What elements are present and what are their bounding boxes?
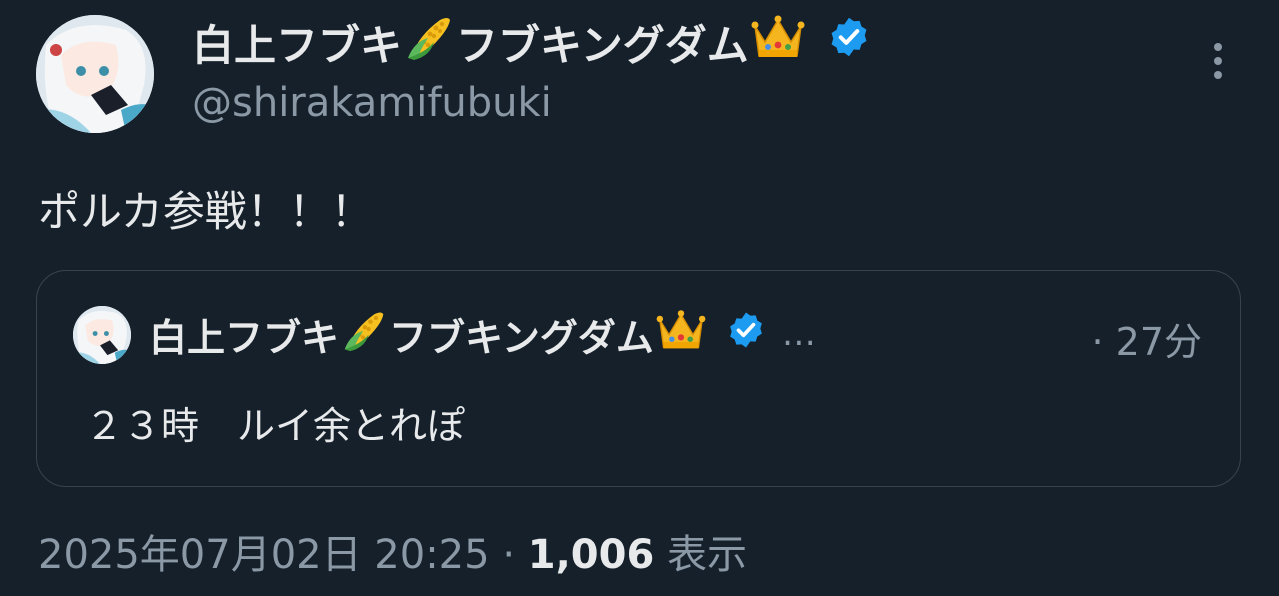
tweet-text: ポルカ参戦！！！	[38, 187, 373, 236]
verified-badge-icon	[827, 15, 871, 69]
author-display-name[interactable]: 白上フブキ フブキングダム	[192, 12, 871, 72]
quoted-author-display-name: 白上フブキ フブキングダム …	[149, 301, 816, 367]
views-label: 表示	[667, 532, 747, 578]
quoted-tweet-card[interactable]: 白上フブキ フブキングダム … · 27分 ２３時 ルイ余とれぽ	[36, 270, 1241, 487]
views-count: 1,006	[527, 532, 655, 578]
corn-icon	[404, 12, 454, 72]
quoted-author-avatar	[73, 306, 131, 364]
meta-separator: ·	[502, 532, 516, 578]
corn-icon	[341, 307, 387, 362]
quoted-name-text-part1: 白上フブキ	[149, 315, 340, 360]
avatar-illustration-icon	[73, 306, 131, 364]
display-name-text-part2: フブキングダム	[456, 20, 749, 70]
name-truncation-ellipsis: …	[781, 314, 816, 354]
author-avatar[interactable]	[36, 15, 154, 133]
quoted-tweet-text: ２３時 ルイ余とれぽ	[85, 404, 466, 448]
more-options-icon[interactable]	[1203, 40, 1233, 86]
crown-icon	[656, 307, 706, 362]
tweet-meta: 2025年07月02日 20:25 · 1,006 表示	[38, 522, 747, 580]
crown-icon	[751, 12, 805, 72]
avatar-illustration-icon	[36, 15, 154, 133]
quoted-name-text-part2: フブキングダム	[389, 315, 654, 360]
tweet-timestamp[interactable]: 2025年07月02日 20:25	[38, 532, 490, 578]
display-name-text-part1: 白上フブキ	[192, 20, 403, 70]
quoted-tweet-time[interactable]: · 27分	[1091, 311, 1202, 366]
author-handle[interactable]: @shirakamifubuki	[192, 80, 552, 126]
verified-badge-icon	[726, 310, 766, 359]
